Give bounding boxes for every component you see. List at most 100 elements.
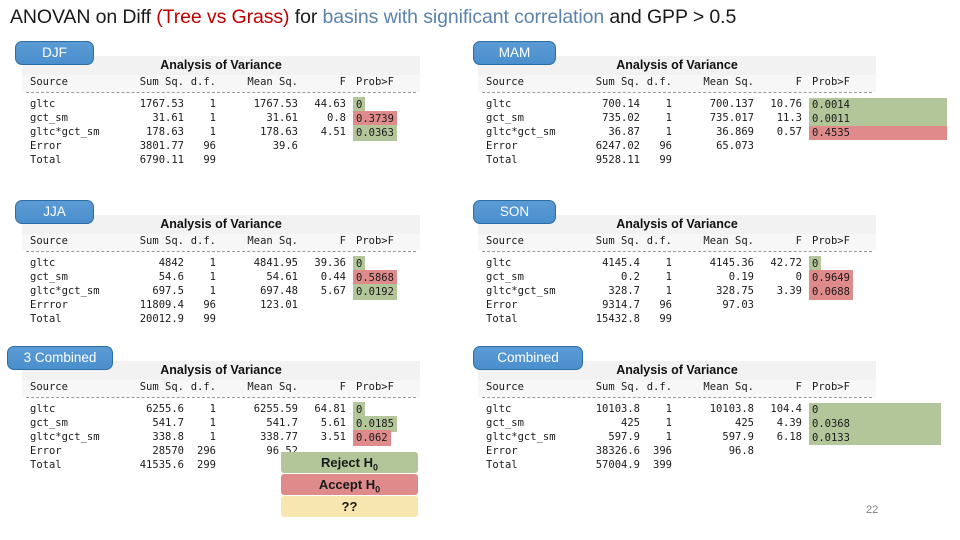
page-title-segment-red: (Tree vs Grass) xyxy=(156,6,290,28)
cell-df: 299 xyxy=(197,459,216,471)
column-header-df: d.f. xyxy=(646,76,672,88)
cell-sum-sq: 10103.8 xyxy=(595,403,640,415)
cell-f: 0 xyxy=(795,271,802,283)
cell-df: 1 xyxy=(665,285,672,297)
cell-source: gltc*gct_sm xyxy=(486,431,556,443)
cell-mean-sq: 0.19 xyxy=(728,271,754,283)
column-header-source: Source xyxy=(486,76,524,88)
column-header-prob: Prob>F xyxy=(356,235,394,247)
table-row: gltc 6255.6 1 6255.59 64.81 0 xyxy=(22,402,420,418)
cell-prob xyxy=(809,161,815,163)
table-row: gct_sm 54.6 1 54.61 0.44 0.5868 xyxy=(22,270,420,286)
column-header-f: F xyxy=(795,381,802,393)
cell-f: 104.4 xyxy=(770,403,802,415)
cell-mean-sq: 597.9 xyxy=(722,431,754,443)
season-tab-jja[interactable]: JJA xyxy=(15,200,94,224)
season-tab-three-combined[interactable]: 3 Combined xyxy=(7,346,113,370)
table-header-row: Source Sum Sq. d.f. Mean Sq. F Prob>F xyxy=(478,75,876,92)
cell-df: 399 xyxy=(653,459,672,471)
cell-prob xyxy=(809,452,815,454)
cell-f: 0.8 xyxy=(327,112,346,124)
column-header-source: Source xyxy=(30,76,68,88)
cell-sum-sq: 4145.4 xyxy=(602,257,640,269)
legend-item-unknown: ?? xyxy=(281,496,418,517)
column-header-prob: Prob>F xyxy=(356,76,394,88)
cell-df: 99 xyxy=(203,154,216,166)
cell-mean-sq: 10103.8 xyxy=(709,403,754,415)
cell-prob xyxy=(809,147,815,149)
cell-mean-sq: 123.01 xyxy=(260,299,298,311)
table-row: Total 6790.11 99 xyxy=(22,153,420,167)
cell-source: gct_sm xyxy=(486,271,524,283)
table-header-row: Source Sum Sq. d.f. Mean Sq. F Prob>F xyxy=(22,380,420,397)
cell-f: 64.81 xyxy=(314,403,346,415)
cell-source: gltc*gct_sm xyxy=(486,285,556,297)
season-tab-son[interactable]: SON xyxy=(473,200,556,224)
cell-sum-sq: 20012.9 xyxy=(139,313,184,325)
cell-sum-sq: 3801.77 xyxy=(139,140,184,152)
column-header-sum-sq: Sum Sq. xyxy=(595,235,640,247)
cell-source: Total xyxy=(486,459,518,471)
season-tab-djf[interactable]: DJF xyxy=(15,41,94,65)
column-header-mean-sq: Mean Sq. xyxy=(703,235,754,247)
cell-mean-sq: 425 xyxy=(735,417,754,429)
column-header-prob: Prob>F xyxy=(356,381,394,393)
cell-source: Total xyxy=(30,154,62,166)
column-header-df: d.f. xyxy=(646,235,672,247)
season-tab-mam[interactable]: MAM xyxy=(473,41,556,65)
table-row: Error 38326.6 396 96.8 xyxy=(478,444,876,458)
cell-source: gct_sm xyxy=(30,417,68,429)
anova-table-mam: Analysis of Variance Source Sum Sq. d.f. Mea… xyxy=(478,56,947,171)
table-row: gltc 4842 1 4841.95 39.36 0 xyxy=(22,256,420,272)
anova-table-djf: Analysis of Variance Source Sum Sq. d.f. Mea… xyxy=(22,56,420,171)
table-row: gltc 4145.4 1 4145.36 42.72 0 xyxy=(478,256,876,272)
table-row: gltc 1767.53 1 1767.53 44.63 0 xyxy=(22,97,420,113)
cell-df: 1 xyxy=(665,271,672,283)
cell-df: 396 xyxy=(653,445,672,457)
table-row: Error 9314.7 96 97.03 xyxy=(478,298,876,312)
cell-prob-wrapper xyxy=(812,139,872,153)
column-header-sum-sq: Sum Sq. xyxy=(139,381,184,393)
cell-mean-sq: 4841.95 xyxy=(253,257,298,269)
column-header-f: F xyxy=(795,76,802,88)
cell-f: 5.67 xyxy=(320,285,346,297)
cell-df: 99 xyxy=(659,313,672,325)
season-tab-combined[interactable]: Combined xyxy=(473,346,583,370)
table-header-row: Source Sum Sq. d.f. Mean Sq. F Prob>F xyxy=(22,75,420,92)
table-header-divider xyxy=(26,251,416,252)
cell-df: 1 xyxy=(209,257,216,269)
cell-prob-wrapper xyxy=(812,153,872,167)
cell-df: 1 xyxy=(665,257,672,269)
cell-prob-wrapper xyxy=(812,458,872,472)
column-header-df: d.f. xyxy=(190,235,216,247)
cell-sum-sq: 9314.7 xyxy=(602,299,640,311)
column-header-df: d.f. xyxy=(190,381,216,393)
page-title-segment-2: for xyxy=(289,6,323,28)
cell-sum-sq: 57004.9 xyxy=(595,459,640,471)
table-row: Total 57004.9 399 xyxy=(478,458,876,472)
column-header-mean-sq: Mean Sq. xyxy=(703,76,754,88)
cell-source: gltc xyxy=(30,403,56,415)
cell-source: gltc*gct_sm xyxy=(486,126,556,138)
cell-mean-sq: 178.63 xyxy=(260,126,298,138)
table-row: gct_sm 31.61 1 31.61 0.8 0.3739 xyxy=(22,111,420,127)
cell-df: 1 xyxy=(209,417,216,429)
cell-prob-wrapper xyxy=(356,298,416,312)
cell-source: gltc*gct_sm xyxy=(30,126,100,138)
column-header-f: F xyxy=(339,235,346,247)
cell-source: Total xyxy=(486,154,518,166)
cell-prob xyxy=(809,466,815,468)
cell-f: 0.44 xyxy=(320,271,346,283)
cell-prob xyxy=(353,306,359,308)
cell-df: 96 xyxy=(203,299,216,311)
column-header-sum-sq: Sum Sq. xyxy=(139,76,184,88)
page-title-segment-1: ANOVAN on Diff xyxy=(10,6,157,28)
column-header-mean-sq: Mean Sq. xyxy=(247,76,298,88)
column-header-source: Source xyxy=(486,381,524,393)
cell-mean-sq: 541.7 xyxy=(266,417,298,429)
anova-table-jja: Analysis of Variance Source Sum Sq. d.f. Mea… xyxy=(22,215,420,330)
column-header-source: Source xyxy=(30,235,68,247)
column-header-prob: Prob>F xyxy=(812,76,850,88)
cell-sum-sq: 425 xyxy=(621,417,640,429)
legend-label-subscript: 0 xyxy=(375,484,381,495)
